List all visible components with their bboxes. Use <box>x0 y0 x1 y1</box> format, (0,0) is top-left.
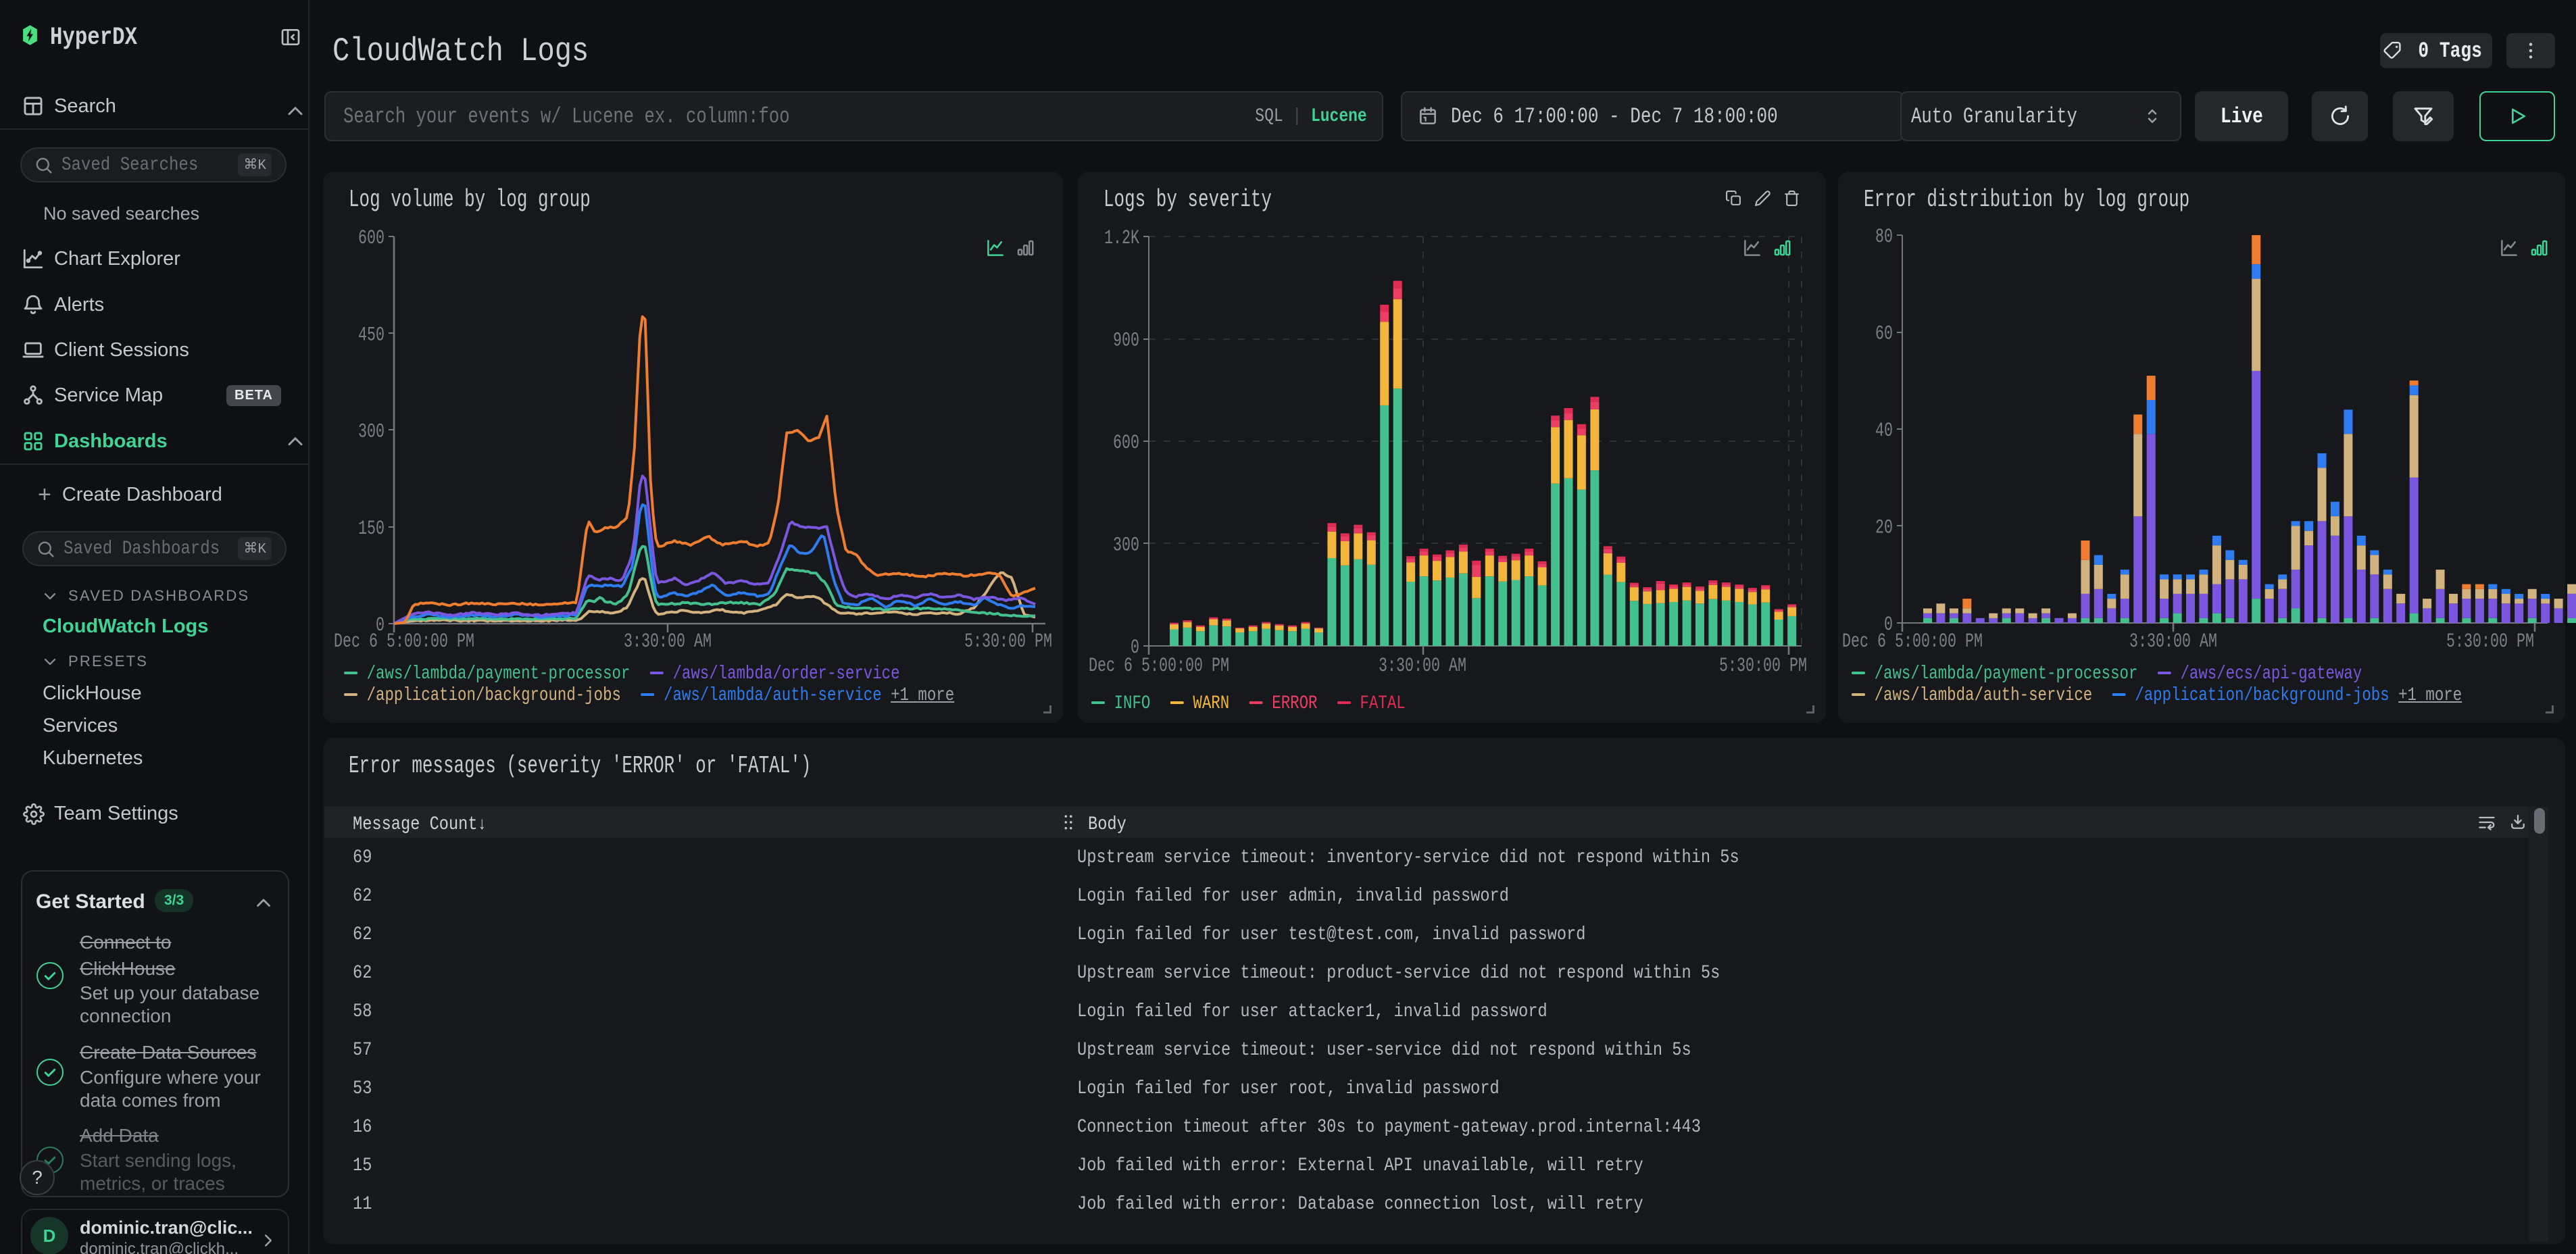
svg-text:3:30:00 AM: 3:30:00 AM <box>2129 630 2217 653</box>
svg-text:600: 600 <box>1113 432 1139 455</box>
svg-text:Dec 6 5:00:00 PM: Dec 6 5:00:00 PM <box>334 630 474 653</box>
svg-text:150: 150 <box>358 518 385 541</box>
svg-text:3:30:00 AM: 3:30:00 AM <box>624 630 712 653</box>
svg-text:5:30:00 PM: 5:30:00 PM <box>964 630 1052 653</box>
svg-text:900: 900 <box>1113 330 1139 353</box>
svg-text:60: 60 <box>1875 323 1893 346</box>
svg-text:5:30:00 PM: 5:30:00 PM <box>1719 655 1807 678</box>
svg-text:Dec 6 5:00:00 PM: Dec 6 5:00:00 PM <box>1089 655 1229 678</box>
svg-text:300: 300 <box>358 421 385 444</box>
svg-text:5:30:00 PM: 5:30:00 PM <box>2446 630 2534 653</box>
svg-text:600: 600 <box>358 227 385 250</box>
svg-text:20: 20 <box>1875 517 1893 540</box>
svg-text:3:30:00 AM: 3:30:00 AM <box>1379 655 1466 678</box>
svg-text:1.2K: 1.2K <box>1104 227 1139 250</box>
svg-text:300: 300 <box>1113 534 1139 557</box>
svg-text:Dec 6 5:00:00 PM: Dec 6 5:00:00 PM <box>1842 630 1983 653</box>
svg-text:450: 450 <box>358 324 385 347</box>
svg-text:80: 80 <box>1875 226 1893 249</box>
svg-text:40: 40 <box>1875 420 1893 443</box>
